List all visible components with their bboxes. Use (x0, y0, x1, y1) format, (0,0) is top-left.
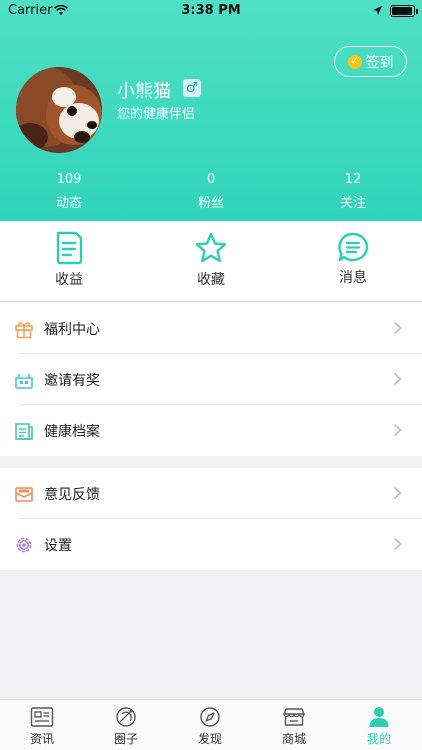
mail-icon (15, 487, 33, 502)
chevron-right-icon (393, 486, 402, 500)
chevron-right-icon (393, 321, 402, 335)
stat-posts[interactable]: 109 动态 (19, 172, 119, 211)
menu-item-label: 福利中心 (44, 322, 100, 338)
tab-label: 圈子 (113, 732, 138, 746)
menu-item-label: 设置 (44, 538, 72, 554)
menu-item-label: 邀请有奖 (44, 373, 100, 389)
red-panda-photo (16, 67, 102, 153)
tab-discover[interactable]: 发现 (168, 706, 252, 747)
menu-item-welfare-center[interactable]: 福利中心 (0, 303, 422, 354)
stat-followers[interactable]: 0 粉丝 (161, 172, 261, 211)
stat-following[interactable]: 12 关注 (303, 172, 403, 211)
tab-store[interactable]: 商城 (252, 706, 336, 747)
document-icon (56, 231, 83, 265)
stat-label: 粉丝 (197, 196, 224, 211)
favorites-button[interactable]: 收藏 (161, 231, 261, 289)
location-icon (373, 6, 382, 15)
battery-icon (390, 5, 418, 17)
tab-label: 商城 (281, 732, 306, 746)
stat-value: 0 (206, 172, 216, 187)
menu-item-invite-reward[interactable]: 邀请有奖 (0, 354, 422, 405)
coin-icon: ✓ (347, 54, 362, 69)
stat-label: 关注 (339, 196, 366, 211)
profile-header: Carrier 3:38 PM ✓ 签到 小熊猫 ♂ 您的健康伴侣 109 动态… (0, 0, 422, 221)
clock: 3:38 PM (181, 3, 241, 18)
gift-icon (15, 322, 33, 339)
stat-label: 动态 (55, 196, 82, 211)
user-tagline: 您的健康伴侣 (117, 107, 196, 122)
tab-news[interactable]: 资讯 (0, 706, 84, 747)
basket-icon (15, 374, 33, 389)
chevron-right-icon (393, 423, 402, 437)
tab-bar: 资讯 圈子 发现 商城 我的 (0, 699, 422, 750)
file-icon (15, 423, 33, 440)
news-icon (30, 707, 54, 727)
checkin-label: 签到 (365, 54, 394, 71)
action-label: 收藏 (197, 272, 225, 288)
stat-value: 109 (56, 172, 82, 187)
menu-item-label: 健康档案 (44, 424, 100, 440)
message-icon (338, 232, 369, 262)
gear-icon (16, 537, 32, 553)
earnings-button[interactable]: 收益 (19, 231, 119, 289)
tab-label: 资讯 (29, 732, 54, 746)
person-icon (369, 707, 389, 727)
chevron-right-icon (393, 537, 402, 551)
menu-item-health-records[interactable]: 健康档案 (0, 405, 422, 456)
tab-label: 发现 (197, 732, 222, 746)
menu-item-label: 意见反馈 (44, 487, 100, 503)
store-icon (283, 708, 305, 726)
avatar[interactable] (16, 67, 102, 153)
chevron-right-icon (393, 372, 402, 386)
user-name: 小熊猫 (117, 81, 171, 102)
messages-button[interactable]: 消息 (303, 231, 403, 287)
stat-value: 12 (344, 172, 362, 187)
tab-label: 我的 (366, 732, 391, 746)
tab-circle[interactable]: 圈子 (84, 706, 168, 747)
compass-icon (200, 707, 220, 727)
menu-group-main: 福利中心 邀请有奖 健康档案 (0, 303, 422, 456)
menu-item-settings[interactable]: 设置 (0, 519, 422, 570)
circle-icon (116, 707, 136, 727)
action-label: 消息 (339, 270, 367, 286)
menu-group-secondary: 意见反馈 设置 (0, 468, 422, 570)
star-icon (195, 232, 227, 263)
status-bar: Carrier 3:38 PM (0, 0, 422, 22)
checkin-button[interactable]: ✓ 签到 (334, 46, 407, 77)
action-label: 收益 (55, 272, 83, 288)
tab-me[interactable]: 我的 (337, 706, 421, 747)
quick-actions: 收益 收藏 消息 (0, 221, 422, 302)
menu-item-feedback[interactable]: 意见反馈 (0, 468, 422, 519)
male-icon: ♂ (183, 79, 201, 97)
